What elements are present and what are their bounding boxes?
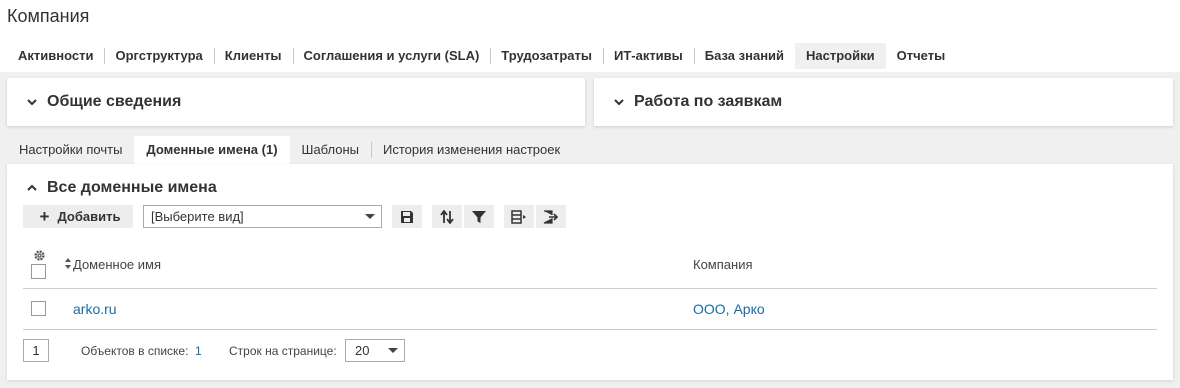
- tab-activities[interactable]: Активности: [7, 43, 104, 69]
- table-row[interactable]: arko.ru ООО, Арко: [23, 289, 1157, 330]
- subtab-templates[interactable]: Шаблоны: [290, 136, 372, 164]
- filter-button[interactable]: [464, 205, 494, 228]
- columns-button[interactable]: [504, 205, 534, 228]
- rows-per-page-select[interactable]: 20: [345, 339, 405, 362]
- chevron-up-icon: [25, 181, 39, 195]
- tab-org-structure[interactable]: Оргструктура: [104, 43, 213, 69]
- select-all-checkbox[interactable]: [31, 264, 46, 279]
- toolbar: + Добавить [Выберите вид]: [23, 205, 568, 228]
- sort-button[interactable]: [432, 205, 462, 228]
- add-button-label: Добавить: [57, 209, 121, 224]
- domain-names-panel: Все доменные имена + Добавить [Выберите …: [7, 164, 1173, 380]
- sort-toggle-icon[interactable]: [64, 257, 72, 270]
- subtab-settings-history[interactable]: История изменения настроек: [371, 136, 572, 164]
- sort-icon: [440, 209, 454, 224]
- rows-per-page-label: Строк на странице:: [229, 344, 337, 358]
- page-title: Компания: [7, 6, 90, 26]
- column-header-company[interactable]: Компания: [693, 257, 753, 272]
- tab-knowledge-base[interactable]: База знаний: [693, 43, 795, 69]
- subtab-domain-names[interactable]: Доменные имена (1): [134, 136, 290, 164]
- row-checkbox[interactable]: [31, 301, 46, 316]
- tab-settings[interactable]: Настройки: [795, 43, 886, 69]
- pager: 1 Объектов в списке: 1 Строк на странице…: [23, 339, 1157, 362]
- company-link[interactable]: ООО, Арко: [693, 301, 765, 317]
- main-tabs: Активности Оргструктура Клиенты Соглашен…: [7, 43, 956, 69]
- requests-header[interactable]: Работа по заявкам: [612, 93, 782, 111]
- plus-icon: +: [39, 207, 50, 226]
- column-header-domain[interactable]: Доменное имя: [73, 257, 161, 272]
- objects-count-value: 1: [195, 344, 202, 358]
- section-header[interactable]: Все доменные имена: [25, 179, 217, 197]
- requests-title: Работа по заявкам: [634, 93, 783, 110]
- tab-clients[interactable]: Клиенты: [213, 43, 293, 69]
- requests-card[interactable]: Работа по заявкам: [594, 78, 1173, 126]
- grid-header: Доменное имя Компания: [23, 244, 1157, 289]
- sub-tabs: Настройки почты Доменные имена (1) Шабло…: [7, 136, 572, 164]
- rows-per-page-value: 20: [355, 343, 370, 358]
- page-header: Компания Активности Оргструктура Клиенты…: [0, 0, 1180, 72]
- tab-sla[interactable]: Соглашения и услуги (SLA): [292, 43, 491, 69]
- gear-icon[interactable]: [33, 249, 46, 262]
- subtab-mail-settings[interactable]: Настройки почты: [7, 136, 134, 164]
- objects-count-label: Объектов в списке:: [81, 344, 189, 358]
- save-icon: [401, 210, 413, 223]
- general-info-card[interactable]: Общие сведения: [7, 78, 585, 126]
- export-icon: [543, 209, 559, 224]
- view-select-value: [Выберите вид]: [151, 209, 244, 224]
- chevron-down-icon: [25, 95, 39, 109]
- view-select[interactable]: [Выберите вид]: [143, 205, 382, 228]
- general-info-title: Общие сведения: [47, 93, 182, 110]
- domain-link[interactable]: arko.ru: [73, 301, 117, 317]
- dropdown-arrow-icon: [388, 348, 398, 353]
- tab-reports[interactable]: Отчеты: [886, 43, 957, 69]
- export-button[interactable]: [536, 205, 566, 228]
- section-title: Все доменные имена: [47, 179, 217, 196]
- columns-icon: [511, 209, 526, 224]
- add-button[interactable]: + Добавить: [23, 205, 133, 228]
- general-info-header[interactable]: Общие сведения: [25, 93, 181, 111]
- filter-icon: [472, 210, 486, 223]
- tab-labor-costs[interactable]: Трудозатраты: [490, 43, 603, 69]
- chevron-down-icon: [612, 95, 626, 109]
- save-view-button[interactable]: [392, 205, 422, 228]
- tab-it-assets[interactable]: ИТ-активы: [602, 43, 694, 69]
- page-number-button[interactable]: 1: [23, 339, 49, 362]
- dropdown-arrow-icon: [365, 214, 375, 219]
